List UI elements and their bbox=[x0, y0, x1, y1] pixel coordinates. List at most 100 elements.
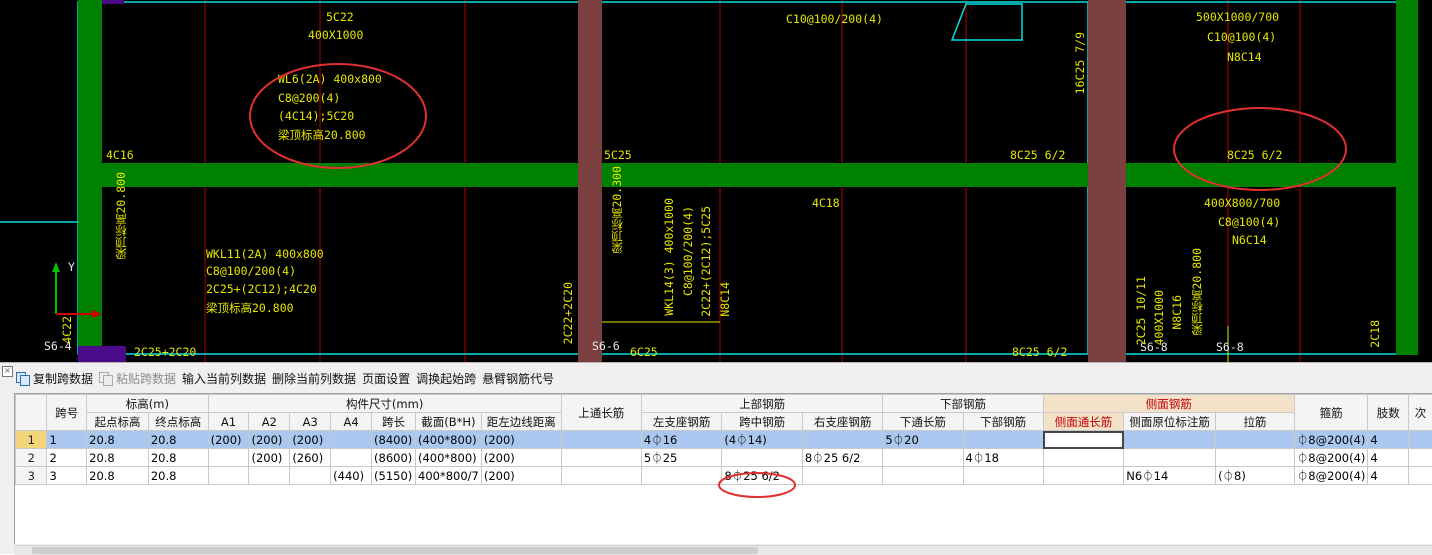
cell-left-support[interactable]: 4⏀16 bbox=[641, 431, 722, 449]
cell-a2[interactable]: (200) bbox=[249, 431, 290, 449]
header-tie[interactable]: 拉筋 bbox=[1216, 413, 1295, 431]
cell-a4[interactable] bbox=[331, 449, 372, 467]
cell-dist-left[interactable]: (200) bbox=[481, 431, 561, 449]
header-right-support[interactable]: 右支座钢筋 bbox=[802, 413, 883, 431]
cell-span-length[interactable]: (5150) bbox=[372, 467, 416, 485]
header-span-no[interactable]: 跨号 bbox=[47, 395, 87, 431]
cell-end-elev[interactable]: 20.8 bbox=[148, 467, 208, 485]
cell-mid-span[interactable] bbox=[722, 449, 802, 467]
cell-side-through[interactable] bbox=[1043, 449, 1124, 467]
cell-top-through[interactable] bbox=[561, 431, 641, 449]
cell-bottom-through[interactable] bbox=[883, 467, 963, 485]
cell-start-elev[interactable]: 20.8 bbox=[87, 467, 149, 485]
header-top-through[interactable]: 上通长筋 bbox=[561, 395, 641, 431]
cell-span[interactable]: 3 bbox=[47, 467, 87, 485]
cell-side-marked[interactable] bbox=[1124, 431, 1216, 449]
table-row[interactable]: 1 1 20.8 20.8 (200) (200) (200) (8400) (… bbox=[16, 431, 1432, 449]
header-start-elev[interactable]: 起点标高 bbox=[87, 413, 149, 431]
cell-a3[interactable]: (200) bbox=[290, 431, 331, 449]
header-stirrup[interactable]: 箍筋 bbox=[1294, 395, 1368, 431]
header-end-elev[interactable]: 终点标高 bbox=[148, 413, 208, 431]
horizontal-scrollbar[interactable] bbox=[14, 545, 1432, 555]
cell-bottom-through[interactable] bbox=[883, 449, 963, 467]
cell-next[interactable] bbox=[1409, 467, 1432, 485]
cell-right-support[interactable] bbox=[802, 467, 883, 485]
cell-section[interactable]: (400*800) bbox=[416, 449, 482, 467]
cell-span[interactable]: 1 bbox=[47, 431, 87, 449]
row-number[interactable]: 2 bbox=[16, 449, 47, 467]
header-a4[interactable]: A4 bbox=[331, 413, 372, 431]
cell-bottom-bar[interactable]: 4⏀18 bbox=[963, 449, 1043, 467]
cell-span-length[interactable]: (8400) bbox=[372, 431, 416, 449]
delete-column-button[interactable]: 删除当前列数据 bbox=[272, 367, 356, 389]
cell-side-through[interactable] bbox=[1043, 467, 1124, 485]
row-number[interactable]: 1 bbox=[16, 431, 47, 449]
cell-a1[interactable] bbox=[208, 467, 249, 485]
table-row[interactable]: 2 2 20.8 20.8 (200) (260) (8600) (400*80… bbox=[16, 449, 1432, 467]
header-bottom-through[interactable]: 下通长筋 bbox=[883, 413, 963, 431]
cell-a3[interactable]: (260) bbox=[290, 449, 331, 467]
header-section[interactable]: 截面(B*H) bbox=[416, 413, 482, 431]
cell-bottom-bar[interactable] bbox=[963, 431, 1043, 449]
cell-dist-left[interactable]: (200) bbox=[481, 449, 561, 467]
header-legs[interactable]: 肢数 bbox=[1368, 395, 1409, 431]
copy-span-button[interactable]: 复制跨数据 bbox=[16, 367, 93, 389]
header-dist-left[interactable]: 距左边线距离 bbox=[481, 413, 561, 431]
cell-right-support[interactable]: 8⏀25 6/2 bbox=[802, 449, 883, 467]
cell-mid-span[interactable]: (4⏀14) bbox=[722, 431, 802, 449]
paste-span-button[interactable]: 粘贴跨数据 bbox=[99, 367, 176, 389]
cell-end-elev[interactable]: 20.8 bbox=[148, 449, 208, 467]
cell-section[interactable]: 400*800/7 bbox=[416, 467, 482, 485]
header-a2[interactable]: A2 bbox=[249, 413, 290, 431]
cell-next[interactable] bbox=[1409, 431, 1432, 449]
cell-dist-left[interactable]: (200) bbox=[481, 467, 561, 485]
cell-next[interactable] bbox=[1409, 449, 1432, 467]
header-side-marked[interactable]: 侧面原位标注筋 bbox=[1124, 413, 1216, 431]
header-side-through[interactable]: 侧面通长筋 bbox=[1043, 413, 1124, 431]
cell-tie[interactable] bbox=[1216, 449, 1295, 467]
cell-end-elev[interactable]: 20.8 bbox=[148, 431, 208, 449]
cell-left-support[interactable]: 5⏀25 bbox=[641, 449, 722, 467]
span-data-grid[interactable]: 跨号 标高(m) 构件尺寸(mm) 上通长筋 上部钢筋 下部钢筋 侧面钢筋 箍筋… bbox=[14, 393, 1432, 544]
header-left-support[interactable]: 左支座钢筋 bbox=[641, 413, 722, 431]
swap-start-span-button[interactable]: 调换起始跨 bbox=[416, 367, 476, 389]
cell-top-through[interactable] bbox=[561, 449, 641, 467]
cell-section[interactable]: (400*800) bbox=[416, 431, 482, 449]
cell-stirrup[interactable]: ⏀8@200(4) bbox=[1294, 449, 1368, 467]
cell-side-marked[interactable]: N6⏀14 bbox=[1124, 467, 1216, 485]
row-number[interactable]: 3 bbox=[16, 467, 47, 485]
cell-mid-span[interactable]: 8⏀25 6/2 bbox=[722, 467, 802, 485]
cell-start-elev[interactable]: 20.8 bbox=[87, 449, 149, 467]
cell-tie[interactable] bbox=[1216, 431, 1295, 449]
table-row[interactable]: 3 3 20.8 20.8 (440) (5150) 400*800/7 (20… bbox=[16, 467, 1432, 485]
header-mid-span[interactable]: 跨中钢筋 bbox=[722, 413, 802, 431]
cell-stirrup[interactable]: ⏀8@200(4) bbox=[1294, 467, 1368, 485]
cell-a3[interactable] bbox=[290, 467, 331, 485]
cell-bottom-through[interactable]: 5⏀20 bbox=[883, 431, 963, 449]
input-column-button[interactable]: 输入当前列数据 bbox=[182, 367, 266, 389]
cell-side-through[interactable] bbox=[1043, 431, 1124, 449]
cell-left-support[interactable] bbox=[641, 467, 722, 485]
header-a3[interactable]: A3 bbox=[290, 413, 331, 431]
cell-start-elev[interactable]: 20.8 bbox=[87, 431, 149, 449]
cell-legs[interactable]: 4 bbox=[1368, 431, 1409, 449]
header-a1[interactable]: A1 bbox=[208, 413, 249, 431]
cell-tie[interactable]: (⏀8) bbox=[1216, 467, 1295, 485]
cell-span[interactable]: 2 bbox=[47, 449, 87, 467]
page-setup-button[interactable]: 页面设置 bbox=[362, 367, 410, 389]
cell-a4[interactable]: (440) bbox=[331, 467, 372, 485]
cell-span-length[interactable]: (8600) bbox=[372, 449, 416, 467]
header-bottom-bar[interactable]: 下部钢筋 bbox=[963, 413, 1043, 431]
cell-legs[interactable]: 4 bbox=[1368, 467, 1409, 485]
cell-a1[interactable]: (200) bbox=[208, 431, 249, 449]
cell-a2[interactable] bbox=[249, 467, 290, 485]
cell-legs[interactable]: 4 bbox=[1368, 449, 1409, 467]
cell-a2[interactable]: (200) bbox=[249, 449, 290, 467]
cell-side-marked[interactable] bbox=[1124, 449, 1216, 467]
cell-a1[interactable] bbox=[208, 449, 249, 467]
cell-a4[interactable] bbox=[331, 431, 372, 449]
cell-stirrup[interactable]: ⏀8@200(4) bbox=[1294, 431, 1368, 449]
cell-top-through[interactable] bbox=[561, 467, 641, 485]
cantilever-code-button[interactable]: 悬臂钢筋代号 bbox=[482, 367, 554, 389]
cell-bottom-bar[interactable] bbox=[963, 467, 1043, 485]
